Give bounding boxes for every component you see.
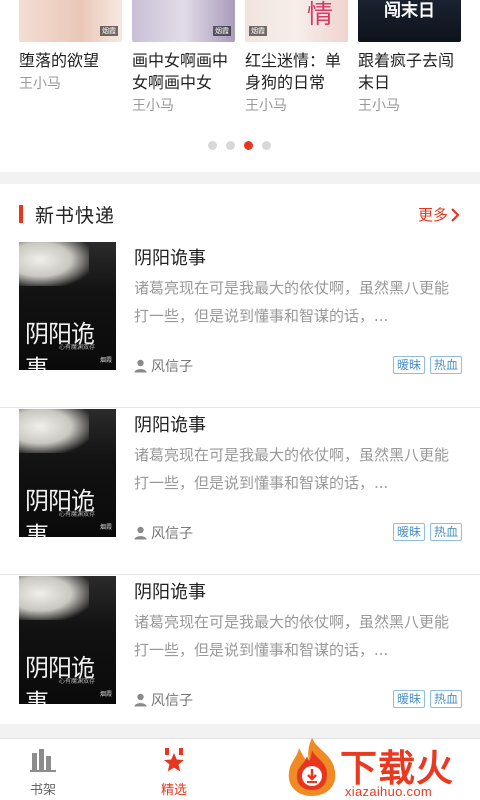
nav-label: 书架 xyxy=(29,783,56,798)
book-title: 阴阳诡事 xyxy=(134,582,206,603)
genre-tag[interactable]: 暧昧 xyxy=(392,690,425,708)
carousel-book-author: 王小马 xyxy=(132,98,174,114)
book-cover: 烟霞 xyxy=(132,0,235,42)
flame-logo-icon xyxy=(288,738,336,796)
author-name: 风信子 xyxy=(151,693,193,709)
book-cover: 阴阳诡事 心有魔渊双存 烟霞 xyxy=(19,576,116,704)
book-author: 风信子 xyxy=(134,523,193,543)
cover-art xyxy=(19,409,89,453)
genre-tag[interactable]: 热血 xyxy=(429,356,462,374)
book-list-item[interactable]: 阴阳诡事 心有魔渊双存 烟霞 阴阳诡事 诸葛亮现在可是我最大的依仗啊，虽然黑八更… xyxy=(0,242,480,408)
cover-logo: 烟霞 xyxy=(99,691,112,698)
book-title: 阴阳诡事 xyxy=(134,415,206,436)
book-list-item[interactable]: 阴阳诡事 心有魔渊双存 烟霞 阴阳诡事 诸葛亮现在可是我最大的依仗啊，虽然黑八更… xyxy=(0,576,480,742)
new-books-section: 新书快递 更多 阴阳诡事 心有魔渊双存 烟霞 阴阳诡事 诸葛亮现在可是我最大的依… xyxy=(0,184,480,724)
book-description: 诸葛亮现在可是我最大的依仗啊，虽然黑八更能打一些，但是说到懂事和智谋的话，... xyxy=(134,279,450,325)
more-label: 更多 xyxy=(417,206,448,224)
cover-art xyxy=(19,242,89,286)
carousel-book[interactable]: 烟霞 画中女啊画中女啊画中女 王小马 xyxy=(132,0,235,115)
user-icon xyxy=(134,359,147,373)
cover-tag: 烟霞 xyxy=(100,26,118,36)
pagination-dot[interactable] xyxy=(262,141,271,150)
genre-tag[interactable]: 暧昧 xyxy=(392,523,425,541)
cover-subtitle: 心有魔渊双存 xyxy=(59,678,96,685)
carousel-track[interactable]: 烟霞 堕落的欲望 王小马 烟霞 画中女啊画中女啊画中女 王小马 情 烟霞 红尘迷… xyxy=(19,0,480,130)
user-icon xyxy=(134,526,147,540)
carousel-book-author: 王小马 xyxy=(358,98,400,114)
genre-tag[interactable]: 暧昧 xyxy=(392,356,425,374)
book-author: 风信子 xyxy=(134,690,193,710)
book-cover: 烟霞 xyxy=(19,0,122,42)
book-author: 风信子 xyxy=(134,356,193,376)
book-description: 诸葛亮现在可是我最大的依仗啊，虽然黑八更能打一些，但是说到懂事和智谋的话，... xyxy=(134,446,450,492)
user-icon xyxy=(134,693,147,707)
bookshelf-icon xyxy=(30,749,56,772)
author-name: 风信子 xyxy=(151,526,193,542)
book-description: 诸葛亮现在可是我最大的依仗啊，虽然黑八更能打一些，但是说到懂事和智谋的话，... xyxy=(134,613,450,659)
book-list-item[interactable]: 阴阳诡事 心有魔渊双存 烟霞 阴阳诡事 诸葛亮现在可是我最大的依仗啊，虽然黑八更… xyxy=(0,409,480,575)
more-link[interactable]: 更多 xyxy=(418,204,460,225)
watermark-url: xiazaihuo.com xyxy=(345,784,432,799)
featured-carousel[interactable]: 烟霞 堕落的欲望 王小马 烟霞 画中女啊画中女啊画中女 王小马 情 烟霞 红尘迷… xyxy=(0,0,480,172)
nav-item-bookshelf[interactable]: 书架 xyxy=(13,747,73,798)
book-cover: 闯末日 xyxy=(358,0,461,42)
pagination-dot[interactable] xyxy=(208,141,217,150)
cover-logo: 烟霞 xyxy=(99,524,112,531)
carousel-book-author: 王小马 xyxy=(245,98,287,114)
cover-subtitle: 心有魔渊双存 xyxy=(59,511,96,518)
pagination-dot[interactable] xyxy=(226,141,235,150)
genre-tag[interactable]: 热血 xyxy=(429,523,462,541)
book-tags: 暧昧 热血 xyxy=(392,690,462,708)
book-tags: 暧昧 热血 xyxy=(392,356,462,374)
site-watermark: 下载火 xiazaihuo.com xyxy=(283,736,480,800)
book-title: 阴阳诡事 xyxy=(134,248,206,269)
cover-title-text: 情 xyxy=(307,0,334,30)
section-accent-bar xyxy=(19,205,23,223)
carousel-book-title: 红尘迷情：单身狗的日常 xyxy=(245,51,342,92)
carousel-pagination xyxy=(208,141,271,150)
cover-tag: 烟霞 xyxy=(213,26,231,36)
nav-label: 精选 xyxy=(160,783,187,798)
author-name: 风信子 xyxy=(151,359,193,375)
carousel-book[interactable]: 闯末日 跟着疯子去闯末日 王小马 xyxy=(358,0,461,115)
book-tags: 暧昧 热血 xyxy=(392,523,462,541)
nav-item-featured[interactable]: 精选 xyxy=(144,747,204,798)
carousel-book[interactable]: 烟霞 堕落的欲望 王小马 xyxy=(19,0,122,93)
cover-subtitle: 心有魔渊双存 xyxy=(59,344,96,351)
cover-title-text: 闯末日 xyxy=(384,1,435,21)
book-cover: 情 烟霞 xyxy=(245,0,348,42)
featured-star-icon xyxy=(164,748,184,772)
cover-art xyxy=(19,576,89,620)
cover-logo: 烟霞 xyxy=(99,357,112,364)
chevron-right-icon xyxy=(451,207,460,222)
cover-tag: 烟霞 xyxy=(249,26,267,36)
carousel-book[interactable]: 情 烟霞 红尘迷情：单身狗的日常 王小马 xyxy=(245,0,348,115)
carousel-book-title: 跟着疯子去闯末日 xyxy=(358,51,455,92)
section-title: 新书快递 xyxy=(35,205,116,227)
genre-tag[interactable]: 热血 xyxy=(429,690,462,708)
carousel-book-title: 画中女啊画中女啊画中女 xyxy=(132,51,229,92)
carousel-book-author: 王小马 xyxy=(19,76,61,92)
carousel-book-title: 堕落的欲望 xyxy=(19,51,100,70)
book-cover: 阴阳诡事 心有魔渊双存 烟霞 xyxy=(19,409,116,537)
pagination-dot-active[interactable] xyxy=(244,141,253,150)
section-header: 新书快递 更多 xyxy=(0,184,480,242)
book-cover: 阴阳诡事 心有魔渊双存 烟霞 xyxy=(19,242,116,370)
